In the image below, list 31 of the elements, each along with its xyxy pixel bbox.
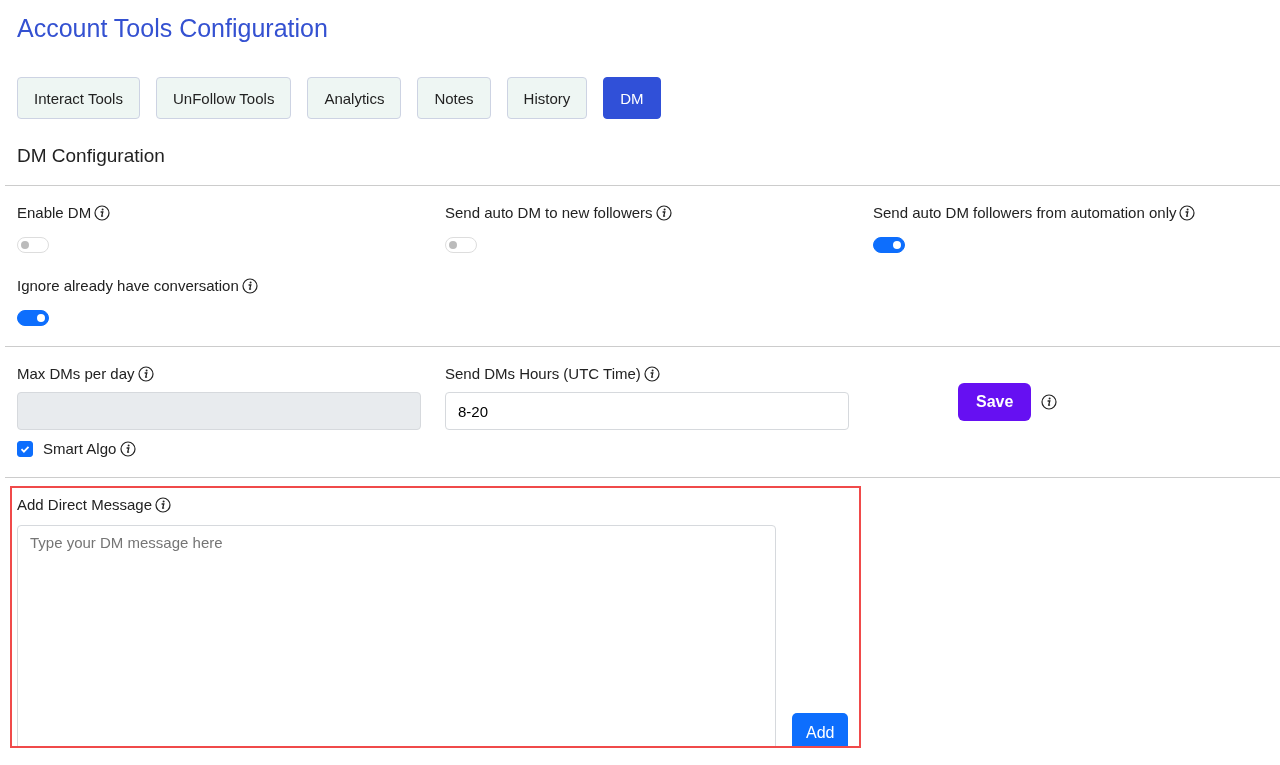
- save-button[interactable]: Save: [958, 383, 1032, 421]
- info-icon: [155, 496, 172, 513]
- field-label: Max DMs per day: [17, 365, 135, 382]
- toggle-switch[interactable]: [873, 237, 905, 253]
- info-icon: [1179, 204, 1196, 221]
- info-icon: [1041, 394, 1058, 410]
- field-label: Ignore already have conversation: [17, 277, 239, 294]
- info-icon: [94, 204, 111, 221]
- field-label: Enable DM: [17, 204, 92, 221]
- field-label: Send DMs Hours (UTC Time): [445, 365, 641, 382]
- info-icon: [241, 277, 258, 294]
- page-title: Account Tools Configuration: [17, 14, 329, 43]
- tab[interactable]: Interact Tools: [17, 77, 140, 119]
- tab[interactable]: UnFollow Tools: [155, 77, 292, 119]
- message-textarea[interactable]: Type your DM message here: [17, 525, 776, 746]
- tab[interactable]: Notes: [417, 77, 491, 119]
- info-icon: [655, 204, 672, 221]
- hours-input[interactable]: 8-20: [445, 392, 849, 430]
- field-label: Send auto DM to new followers: [445, 204, 653, 221]
- checkbox-label: Smart Algo: [43, 440, 117, 457]
- tab[interactable]: History: [506, 77, 588, 119]
- info-icon: [120, 440, 137, 457]
- toggle-switch[interactable]: [17, 310, 49, 326]
- info-icon: [643, 365, 660, 382]
- section-title: DM Configuration: [17, 145, 166, 167]
- info-icon: [137, 365, 154, 382]
- tab[interactable]: Analytics: [307, 77, 402, 119]
- field-label: Send auto DM followers from automation only: [873, 204, 1177, 221]
- field-label: Add Direct Message: [17, 496, 153, 513]
- add-button[interactable]: Add: [792, 713, 849, 746]
- tab[interactable]: DM: [603, 77, 661, 119]
